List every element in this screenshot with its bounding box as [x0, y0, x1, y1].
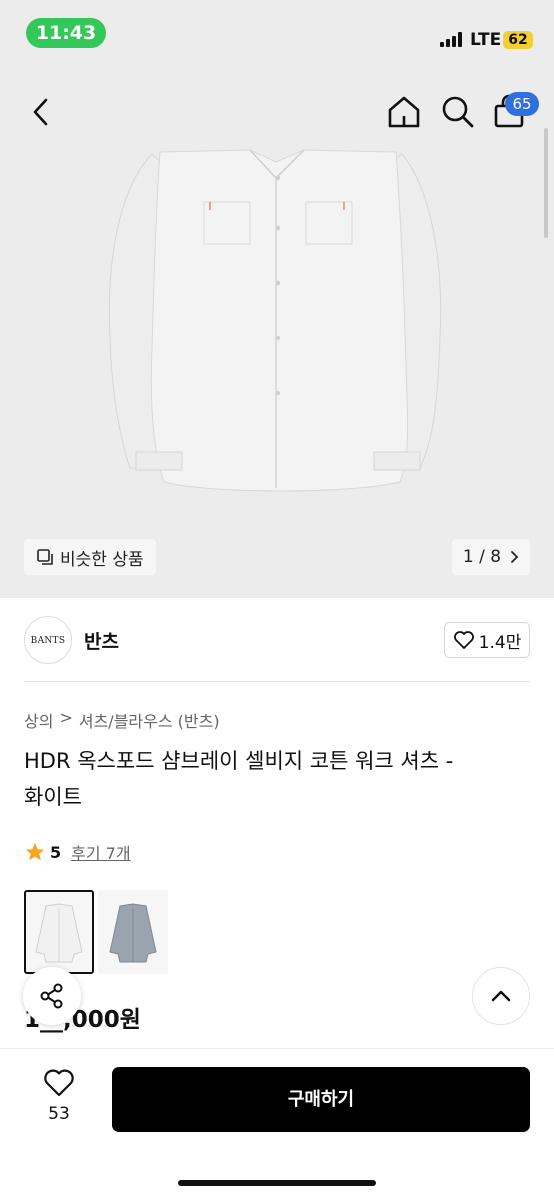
product-title: HDR 옥스포드 샴브레이 셀비지 코튼 워크 셔츠 - 화이트: [24, 743, 534, 815]
rating-score: 5: [50, 842, 62, 862]
brand-logo[interactable]: BANTS: [24, 616, 72, 664]
breadcrumb: 상의 > 셔츠/블라우스 (반츠): [24, 708, 220, 732]
product-title-line2: 화이트: [24, 785, 82, 809]
signal-icon: [440, 31, 466, 47]
status-time: 11:43: [26, 18, 106, 48]
home-indicator: [178, 1180, 376, 1186]
share-button[interactable]: [23, 967, 81, 1025]
page-counter-text: 1 / 8: [462, 547, 502, 567]
breadcrumb-item-category[interactable]: 상의: [24, 708, 53, 732]
search-button[interactable]: [438, 92, 478, 132]
back-button[interactable]: [26, 94, 60, 130]
battery-indicator: 62: [503, 31, 533, 49]
color-option-blue[interactable]: [98, 890, 168, 974]
brand-like-count: 1.4만: [478, 632, 522, 653]
reviews-link[interactable]: 후기 7개: [71, 840, 130, 864]
similar-products-button[interactable]: 비슷한 상품: [24, 539, 156, 575]
scroll-indicator: [544, 128, 548, 238]
share-icon: [40, 983, 63, 1009]
scroll-to-top-button[interactable]: [472, 967, 530, 1025]
cart-count-badge: 65: [505, 92, 539, 116]
network-label: LTE: [470, 30, 502, 50]
breadcrumb-item-subcategory[interactable]: 셔츠/블라우스 (반츠): [79, 708, 220, 732]
heart-icon: [453, 631, 474, 649]
home-icon: [388, 96, 420, 128]
product-title-line1: HDR 옥스포드 샴브레이 셀비지 코튼 워크 셔츠 -: [24, 749, 454, 773]
brand-name[interactable]: 반츠: [84, 627, 119, 654]
star-icon: [25, 842, 45, 861]
brand-like-button[interactable]: 1.4만: [444, 622, 530, 658]
color-option-white[interactable]: [24, 890, 94, 974]
heart-icon: [44, 1069, 74, 1097]
rating-summary: 5 후기 7개: [24, 840, 131, 864]
image-page-counter[interactable]: 1 / 8: [452, 539, 530, 575]
search-icon: [442, 96, 474, 128]
white-shirt-thumbnail: [35, 903, 83, 963]
chevron-up-icon: [491, 990, 511, 1002]
wishlist-count: 53: [48, 1104, 70, 1124]
breadcrumb-separator: >: [59, 708, 73, 727]
blue-shirt-thumbnail: [109, 903, 157, 963]
home-button[interactable]: [384, 92, 424, 132]
copy-icon: [37, 549, 53, 565]
divider: [24, 681, 530, 682]
chevron-right-icon: [511, 551, 519, 563]
buy-button[interactable]: 구매하기: [112, 1067, 530, 1132]
back-icon: [33, 98, 48, 126]
product-image[interactable]: [100, 148, 454, 498]
similar-products-label: 비슷한 상품: [60, 549, 144, 570]
